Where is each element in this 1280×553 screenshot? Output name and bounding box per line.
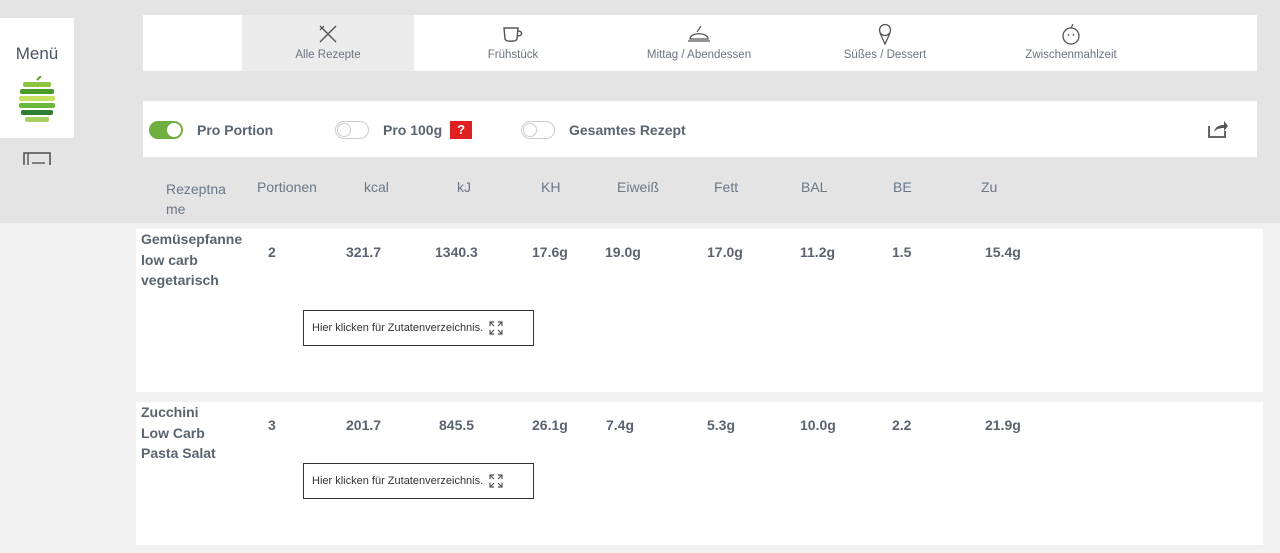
cell-portionen: 3: [268, 417, 276, 433]
cell-bal: 11.2g: [800, 244, 836, 260]
col-portionen[interactable]: Portionen: [257, 179, 317, 195]
table-header: Rezeptna me Portionen kcal kJ KH Eiweiß F…: [0, 165, 1280, 223]
toggle-label: Gesamtes Rezept: [569, 122, 686, 138]
cell-fett: 5.3g: [707, 417, 736, 433]
cell-bal: 10.0g: [800, 417, 836, 433]
cell-portionen: 2: [268, 244, 276, 260]
cell-kj: 845.5: [439, 417, 475, 433]
tab-label: Alle Rezepte: [295, 49, 361, 61]
cell-be: 2.2: [892, 417, 912, 433]
toggle-gesamtes-rezept[interactable]: Gesamtes Rezept: [521, 121, 686, 139]
cell-fett: 17.0g: [707, 244, 743, 260]
col-kh[interactable]: KH: [541, 179, 560, 195]
cell-kcal: 321.7: [346, 244, 382, 260]
cell-be: 1.5: [892, 244, 912, 260]
coffee-cup-icon: [503, 27, 523, 42]
col-rezeptname[interactable]: Rezeptna me: [166, 179, 236, 219]
tab-label: Mittag / Abendessen: [646, 49, 752, 61]
share-icon[interactable]: [1207, 119, 1229, 139]
col-eiweiss[interactable]: Eiweiß: [617, 179, 659, 195]
tab-alle-rezepte[interactable]: Alle Rezepte: [242, 15, 414, 71]
unit-toggle-bar: Pro Portion Pro 100g ? Gesamtes Rezept: [143, 101, 1257, 157]
toggle-switch[interactable]: [335, 121, 369, 139]
col-fett[interactable]: Fett: [714, 179, 738, 195]
recipe-name[interactable]: Zucchini Low Carb Pasta Salat: [141, 402, 225, 464]
tab-fruehstueck[interactable]: Frühstück: [414, 15, 612, 71]
cutlery-icon: [319, 25, 337, 43]
cell-eiweiss: 19.0g: [605, 244, 641, 260]
col-zu[interactable]: Zu: [981, 179, 997, 195]
toggle-switch[interactable]: [149, 121, 183, 139]
ingredients-button[interactable]: Hier klicken für Zutatenverzeichnis.: [303, 310, 534, 346]
menu-label[interactable]: Menü: [16, 44, 59, 64]
tab-label: Zwischenmahlzeit: [1025, 49, 1117, 61]
help-badge[interactable]: ?: [450, 121, 473, 139]
category-bar: Alle Rezepte Frühstück Mittag / Abendess…: [143, 15, 1257, 71]
ingredients-button[interactable]: Hier klicken für Zutatenverzeichnis.: [303, 463, 534, 499]
col-kcal[interactable]: kcal: [364, 179, 389, 195]
category-spacer: [143, 15, 242, 71]
ingredients-button-label: Hier klicken für Zutatenverzeichnis.: [312, 475, 484, 487]
ice-cream-icon: [878, 23, 892, 45]
cell-zu: 15.4g: [985, 244, 1021, 260]
tab-label: Süßes / Dessert: [843, 49, 927, 61]
toggle-pro-portion[interactable]: Pro Portion: [149, 121, 273, 139]
table-row[interactable]: Gemüsepfanne low carb vegetarisch 2 321.…: [136, 229, 1263, 392]
apple-icon: [1062, 23, 1080, 45]
col-bal[interactable]: BAL: [801, 179, 827, 195]
table-row[interactable]: Zucchini Low Carb Pasta Salat 3 201.7 84…: [136, 402, 1263, 545]
col-be[interactable]: BE: [893, 179, 912, 195]
cell-kj: 1340.3: [435, 244, 478, 260]
tab-suesses-dessert[interactable]: Süßes / Dessert: [786, 15, 984, 71]
apple-logo-icon: [19, 76, 55, 122]
dinner-plate-icon: [688, 25, 710, 42]
toggle-label: Pro 100g: [383, 122, 443, 138]
recipe-list: Gemüsepfanne low carb vegetarisch 2 321.…: [0, 223, 1280, 553]
recipe-name[interactable]: Gemüsepfanne low carb vegetarisch: [141, 229, 242, 291]
cell-eiweiss: 7.4g: [606, 417, 635, 433]
expand-icon: [489, 321, 503, 335]
tab-label: Frühstück: [487, 49, 539, 61]
tab-zwischenmahlzeit[interactable]: Zwischenmahlzeit: [984, 15, 1158, 71]
toggle-switch[interactable]: [521, 121, 555, 139]
col-kj[interactable]: kJ: [457, 179, 471, 195]
expand-icon: [489, 474, 503, 488]
menu-panel[interactable]: Menü: [0, 18, 74, 138]
ingredients-button-label: Hier klicken für Zutatenverzeichnis.: [312, 322, 484, 334]
cell-zu: 21.9g: [985, 417, 1021, 433]
cell-kh: 17.6g: [532, 244, 568, 260]
cell-kcal: 201.7: [346, 417, 382, 433]
tab-mittag-abendessen[interactable]: Mittag / Abendessen: [612, 15, 786, 71]
toggle-pro-100g[interactable]: Pro 100g ?: [335, 121, 473, 139]
toggle-label: Pro Portion: [197, 122, 274, 138]
cell-kh: 26.1g: [532, 417, 568, 433]
